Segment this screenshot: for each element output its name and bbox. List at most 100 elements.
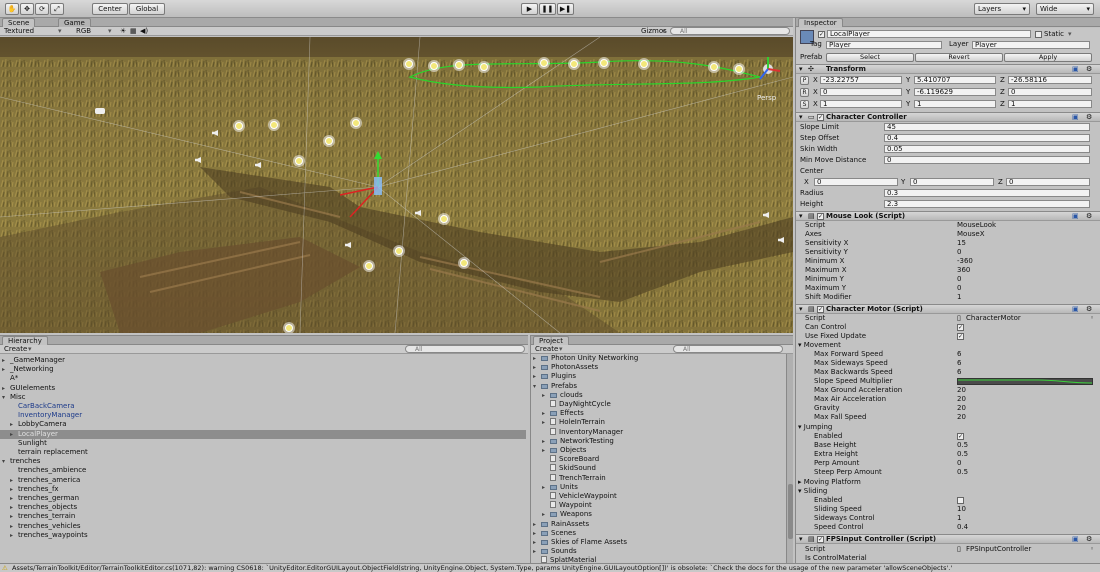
field-value[interactable]: 20 (957, 413, 966, 422)
hierarchy-item[interactable]: ▸ trenches_america (0, 476, 526, 485)
hierarchy-search-input[interactable]: All (405, 345, 525, 353)
position-x-field[interactable]: -23.22757 (820, 76, 902, 84)
color-mode-dropdown[interactable]: RGB (76, 27, 91, 36)
project-item[interactable]: DayNightCycle (531, 400, 784, 409)
foldout-arrow-icon[interactable]: ▸ (10, 485, 18, 494)
lighting-icon[interactable]: ☀ (120, 27, 126, 36)
prefab-revert-button[interactable]: Revert (915, 53, 1003, 62)
scale-z-field[interactable]: 1 (1008, 100, 1092, 108)
foldout-arrow-icon[interactable]: ▸ (10, 512, 18, 521)
space-toggle-button[interactable]: Global (129, 3, 165, 15)
project-item[interactable]: ScoreBoard (531, 455, 784, 464)
foldout-arrow-icon[interactable]: ▸ (10, 503, 18, 512)
foldout-arrow-icon[interactable]: ▾ (533, 382, 541, 391)
layout-dropdown[interactable]: Wide ▾ (1036, 3, 1094, 15)
layers-dropdown[interactable]: Layers ▾ (974, 3, 1030, 15)
hierarchy-item[interactable]: InventoryManager (0, 411, 526, 420)
hierarchy-item[interactable]: ▾ trenches (0, 457, 526, 466)
hierarchy-item[interactable]: Sunlight (0, 439, 526, 448)
foldout-arrow-icon[interactable]: ▸ (542, 510, 550, 519)
gear-icon[interactable]: ⚙ (1086, 113, 1092, 122)
hierarchy-item[interactable]: A* (0, 374, 526, 383)
light-icon[interactable] (460, 259, 468, 267)
foldout-arrow-icon[interactable]: ▸ (533, 520, 541, 529)
hierarchy-item[interactable]: ▸ GUIelements (0, 384, 526, 393)
project-item[interactable]: ▸ Units (531, 483, 784, 492)
help-icon[interactable]: ▣ (1072, 212, 1079, 221)
field-checkbox[interactable]: ✓ (957, 433, 964, 440)
character-motor-header[interactable]: ▾ ▤ ✓ Character Motor (Script) ▣ ⚙ (796, 304, 1100, 314)
field-value[interactable]: 10 (957, 505, 966, 514)
project-item[interactable]: VehicleWaypoint (531, 492, 784, 501)
light-icon[interactable] (440, 215, 448, 223)
fixed-update-checkbox[interactable]: ✓ (957, 333, 964, 340)
light-icon[interactable] (735, 65, 743, 73)
object-name-field[interactable]: LocalPlayer (827, 30, 1031, 38)
sliding-foldout[interactable]: ▾ Sliding (798, 487, 827, 496)
reset-rotation-button[interactable]: R (800, 88, 809, 97)
hierarchy-item[interactable]: ▸ _GameManager (0, 356, 526, 365)
step-button[interactable]: ▶❚ (557, 3, 574, 15)
project-item[interactable]: ▸ NetworkTesting (531, 437, 784, 446)
field-value[interactable]: 20 (957, 404, 966, 413)
project-search-input[interactable]: All (673, 345, 783, 353)
light-icon[interactable] (395, 247, 403, 255)
foldout-arrow-icon[interactable]: ▸ (542, 418, 550, 427)
camera-icon[interactable] (95, 108, 105, 114)
audio-icon[interactable]: ◀) (140, 27, 148, 36)
position-y-field[interactable]: 5.410707 (914, 76, 996, 84)
light-icon[interactable] (640, 60, 648, 68)
transform-header[interactable]: ▾ ✣ Transform ▣ ⚙ (796, 64, 1100, 74)
help-icon[interactable]: ▣ (1072, 305, 1079, 314)
foldout-arrow-icon[interactable]: ▸ (10, 531, 18, 540)
gear-icon[interactable]: ⚙ (1086, 535, 1092, 544)
rotate-tool-icon[interactable]: ⟳ (35, 3, 49, 15)
project-item[interactable]: ▸ Photon Unity Networking (531, 354, 784, 363)
project-item[interactable]: ▸ Plugins (531, 372, 784, 381)
field-value[interactable]: 360 (957, 266, 970, 275)
foldout-arrow-icon[interactable]: ▸ (10, 522, 18, 531)
light-icon[interactable] (570, 60, 578, 68)
hierarchy-item[interactable]: ▸ _Networking (0, 365, 526, 374)
hierarchy-item[interactable]: trenches_ambience (0, 466, 526, 475)
light-icon[interactable] (285, 324, 293, 332)
foldout-arrow-icon[interactable]: ▸ (533, 354, 541, 363)
light-icon[interactable] (405, 60, 413, 68)
center-y-field[interactable]: 0 (910, 178, 994, 186)
hierarchy-item[interactable]: ▸ trenches_fx (0, 485, 526, 494)
foldout-arrow-icon[interactable]: ▾ (2, 457, 10, 466)
field-value[interactable]: 15 (957, 239, 966, 248)
center-z-field[interactable]: 0 (1006, 178, 1090, 186)
light-icon[interactable] (430, 62, 438, 70)
tab-scene[interactable]: Scene (2, 18, 36, 27)
can-control-checkbox[interactable]: ✓ (957, 324, 964, 331)
light-icon[interactable] (365, 262, 373, 270)
project-item[interactable]: ▸ Objects (531, 446, 784, 455)
foldout-arrow-icon[interactable]: ▸ (10, 420, 18, 429)
project-item[interactable]: ▸ Scenes (531, 529, 784, 538)
moving-platform-foldout[interactable]: ▸ Moving Platform (798, 478, 861, 487)
hierarchy-item[interactable]: ▸ trenches_german (0, 494, 526, 503)
rotation-x-field[interactable]: 0 (820, 88, 902, 96)
field-value[interactable]: MouseLook (957, 221, 996, 230)
foldout-arrow-icon[interactable]: ▾ (2, 393, 10, 402)
move-tool-icon[interactable]: ✥ (20, 3, 34, 15)
field-value[interactable]: 0 (957, 459, 961, 468)
field-value[interactable]: 1 (957, 293, 961, 302)
component-enabled-checkbox[interactable]: ✓ (817, 306, 824, 313)
project-item[interactable]: ▸ Weapons (531, 510, 784, 519)
hierarchy-item[interactable]: CarBackCamera (0, 402, 526, 411)
hierarchy-item[interactable]: ▸ trenches_terrain (0, 512, 526, 521)
help-icon[interactable]: ▣ (1072, 113, 1079, 122)
foldout-arrow-icon[interactable]: ▸ (2, 356, 10, 365)
motor-script-value[interactable]: CharacterMotor (966, 314, 1021, 323)
height-field[interactable]: 2.3 (884, 200, 1090, 208)
hand-tool-icon[interactable]: ✋ (5, 3, 19, 15)
foldout-arrow-icon[interactable]: ▸ (542, 437, 550, 446)
field-value[interactable]: 20 (957, 395, 966, 404)
foldout-arrow-icon[interactable]: ▸ (533, 538, 541, 547)
field-value[interactable]: 1 (957, 514, 961, 523)
field-value[interactable]: 0 (957, 248, 961, 257)
pivot-toggle-button[interactable]: Center (92, 3, 128, 15)
foldout-arrow-icon[interactable]: ▸ (2, 365, 10, 374)
